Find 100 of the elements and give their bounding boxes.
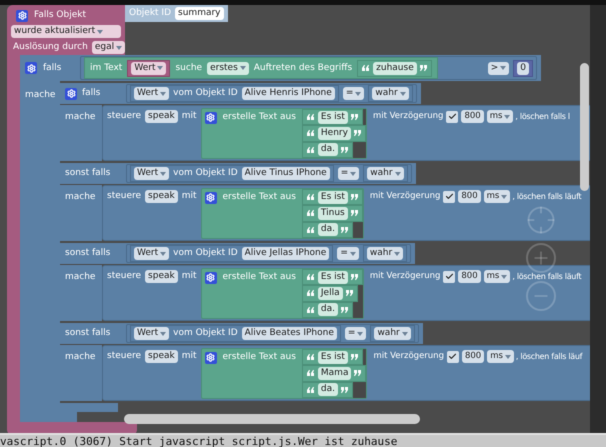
object-value-block[interactable]: Wert vom Objekt ID Alive Tinus IPhone <box>130 165 334 182</box>
dropdown[interactable]: = <box>342 87 364 100</box>
text-block[interactable]: da. <box>302 382 353 398</box>
dropdown[interactable]: Wert <box>134 87 170 100</box>
dropdown[interactable]: egal <box>92 41 126 54</box>
text-block[interactable]: zuhause <box>357 60 432 76</box>
checkbox[interactable] <box>446 350 459 362</box>
dropdown[interactable]: > <box>488 62 510 74</box>
text-block[interactable]: Es ist <box>302 269 363 286</box>
dropdown[interactable]: wahr <box>374 327 411 340</box>
dropdown[interactable]: wurde aktualisiert <box>11 25 121 38</box>
boolean-block[interactable]: wahr <box>363 165 408 182</box>
dropdown[interactable]: ms <box>484 270 510 283</box>
text-block[interactable]: Es ist <box>302 109 363 126</box>
text-field[interactable]: da. <box>318 143 338 156</box>
gear-icon[interactable] <box>65 88 77 100</box>
text-field[interactable]: Es ist <box>318 110 348 124</box>
compare-block[interactable]: im Text Wert suche erstes Auftreten des Begriffs zuhause > 0 <box>80 56 538 80</box>
horizontal-scrollbar[interactable] <box>124 414 420 424</box>
text-field[interactable]: speak <box>145 190 178 203</box>
gear-icon[interactable] <box>25 62 37 74</box>
compare-block[interactable]: Wert vom Objekt ID Alive Tinus IPhone = wahr <box>126 164 412 183</box>
text-block[interactable]: Mama <box>302 365 366 382</box>
gear-icon[interactable] <box>204 352 217 364</box>
zoom-in-icon[interactable] <box>526 243 556 273</box>
text-field[interactable]: speak <box>145 110 178 123</box>
text-field[interactable]: Jella <box>318 286 343 300</box>
text-block[interactable]: Es ist <box>302 349 363 366</box>
text-field[interactable]: Alive Henris IPhone <box>242 87 335 100</box>
join-text-block[interactable]: erstelle Text aus Es ist Tinus da. <box>200 188 364 239</box>
gear-icon[interactable] <box>16 10 28 22</box>
dropdown[interactable]: = <box>337 247 359 260</box>
vertical-scrollbar[interactable] <box>580 63 589 191</box>
dropdown[interactable]: Wert <box>131 62 166 74</box>
compare-block[interactable]: Wert vom Objekt ID Alive Beates IPhone = wahr <box>126 324 419 343</box>
text-field[interactable]: Henry <box>318 126 351 140</box>
join-text-block[interactable]: erstelle Text aus Es ist Henry da. <box>200 108 367 159</box>
text-field[interactable]: 800 <box>458 270 481 283</box>
dropdown[interactable]: Wert <box>134 327 170 340</box>
gear-icon[interactable] <box>204 272 217 284</box>
text-field[interactable]: Alive Jellas IPhone <box>242 247 330 260</box>
object-value-block[interactable]: Wert vom Objekt ID Alive Jellas IPhone <box>130 245 334 262</box>
text-field[interactable]: Es ist <box>318 270 348 284</box>
checkbox[interactable] <box>443 270 456 282</box>
join-text-block[interactable]: erstelle Text aus Es ist Jella da. <box>200 268 364 319</box>
dropdown[interactable]: = <box>338 167 360 180</box>
text-field[interactable]: 800 <box>462 350 484 363</box>
dropdown[interactable]: erstes <box>207 62 249 74</box>
text-field[interactable]: Tinus <box>318 206 348 220</box>
control-block[interactable]: steuere speak mit erstelle Text aus Es ist Jella da. mit Verzögerung 800 ms , löschen falls läuft <box>102 265 590 321</box>
text-field[interactable]: da. <box>318 223 338 236</box>
dropdown[interactable]: wahr <box>372 87 409 100</box>
text-field[interactable]: summary <box>175 7 224 20</box>
dropdown[interactable]: wahr <box>366 247 404 260</box>
text-field[interactable]: 800 <box>458 190 481 203</box>
text-field[interactable]: da. <box>318 303 338 316</box>
trigger-block[interactable]: Falls Objekt wurde aktualisiert Auslösung durch egal <box>7 5 125 55</box>
dropdown[interactable]: Wert <box>134 167 170 180</box>
variable-block[interactable]: Wert <box>127 60 170 76</box>
text-block[interactable]: Jella <box>302 285 358 302</box>
text-field[interactable]: speak <box>145 350 178 363</box>
object-value-block[interactable]: Wert vom Objekt ID Alive Henris IPhone <box>130 85 339 102</box>
text-field[interactable]: speak <box>145 270 178 283</box>
text-block[interactable]: da. <box>302 142 353 158</box>
control-block[interactable]: steuere speak mit erstelle Text aus Es ist Tinus da. mit Verzögerung 800 ms , löschen falls läuft <box>102 185 590 241</box>
boolean-block[interactable]: wahr <box>370 325 415 342</box>
join-text-block[interactable]: erstelle Text aus Es ist Mama da. <box>200 348 368 399</box>
text-field[interactable]: 800 <box>461 110 484 123</box>
checkbox[interactable] <box>443 190 456 202</box>
compare-block[interactable]: Wert vom Objekt ID Alive Jellas IPhone = wahr <box>126 244 412 263</box>
dropdown[interactable]: Wert <box>134 247 170 260</box>
boolean-block[interactable]: wahr <box>368 85 413 102</box>
control-block[interactable]: steuere speak mit erstelle Text aus Es ist Henry da. mit Verzögerung 800 ms , löschen falls l <box>102 105 590 161</box>
text-field[interactable]: 0 <box>517 62 530 74</box>
text-search-block[interactable]: im Text Wert suche erstes Auftreten des Begriffs zuhause <box>84 57 438 79</box>
checkbox[interactable] <box>446 110 458 122</box>
text-block[interactable]: da. <box>302 302 353 318</box>
text-block[interactable]: Es ist <box>302 189 363 206</box>
boolean-block[interactable]: wahr <box>362 245 408 262</box>
text-field[interactable]: zuhause <box>373 62 417 74</box>
dropdown[interactable]: = <box>344 327 366 340</box>
gear-icon[interactable] <box>204 112 217 124</box>
text-block[interactable]: da. <box>302 222 353 238</box>
text-field[interactable]: Es ist <box>318 350 348 364</box>
text-block[interactable]: Tinus <box>302 205 363 222</box>
dropdown[interactable]: ms <box>486 110 514 123</box>
number-block[interactable]: 0 <box>513 60 534 76</box>
compare-block[interactable]: Wert vom Objekt ID Alive Henris IPhone = wahr <box>126 84 417 103</box>
text-field[interactable]: Es ist <box>318 190 348 204</box>
dropdown[interactable]: ms <box>487 350 514 363</box>
text-field[interactable]: Mama <box>318 366 352 380</box>
text-field[interactable]: Alive Tinus IPhone <box>242 167 330 180</box>
text-field[interactable]: da. <box>318 383 338 396</box>
text-block[interactable]: Henry <box>302 125 366 142</box>
text-field[interactable]: Alive Beates IPhone <box>242 327 337 340</box>
dropdown[interactable]: wahr <box>367 167 404 180</box>
object-value-block[interactable]: Wert vom Objekt ID Alive Beates IPhone <box>130 325 341 342</box>
object-id-block[interactable]: Objekt ID summary <box>125 5 228 22</box>
gear-icon[interactable] <box>204 192 217 204</box>
dropdown[interactable]: ms <box>484 190 510 203</box>
